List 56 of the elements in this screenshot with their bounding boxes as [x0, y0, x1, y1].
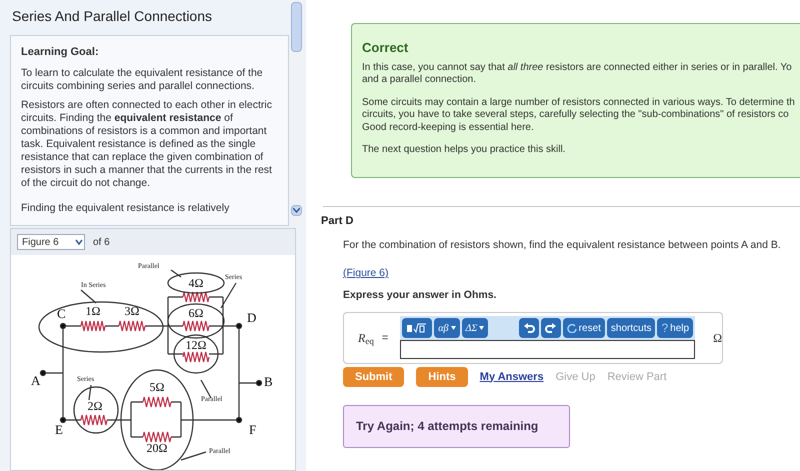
chevron-down-icon — [74, 237, 84, 247]
figure-count: of 6 — [93, 236, 110, 250]
resistance-label: 4Ω — [188, 276, 204, 290]
caret-icon — [479, 326, 484, 330]
answer-field[interactable] — [400, 340, 696, 360]
equals-sign: = — [382, 330, 388, 346]
action-link[interactable]: My Answers — [480, 368, 544, 385]
feedback-title: Correct — [362, 39, 410, 57]
resistance-label: 2Ω — [88, 399, 102, 413]
scrollbar-thumb[interactable] — [291, 2, 302, 52]
chevron-down-icon — [293, 208, 300, 213]
scroll-down-button[interactable] — [291, 205, 302, 216]
feedback-text-line: The next question helps you practice this skill. — [362, 144, 566, 156]
sidebar-title: Series And Parallel Connections — [11, 7, 214, 26]
part-title: Part D — [321, 214, 354, 229]
variable-label: R$_{eq}$ — [358, 330, 374, 347]
figure-select[interactable]: Figure 6 — [17, 234, 85, 250]
node-label: B — [264, 374, 273, 389]
node-label: C — [57, 306, 66, 321]
node-label: E — [55, 422, 63, 437]
shortcuts-button[interactable]: shortcuts — [606, 318, 656, 338]
templates-button[interactable] — [402, 318, 432, 338]
redo-icon — [544, 322, 557, 334]
resistance-label: 12Ω — [186, 338, 206, 352]
figure-link[interactable]: (Figure 6) — [343, 266, 389, 282]
symbols-menu-button[interactable]: ΔΣ — [462, 318, 488, 338]
undo-button[interactable] — [518, 318, 539, 338]
symbols-menu-button[interactable]: αβ — [434, 318, 460, 338]
reset-button[interactable]: reset — [562, 318, 605, 338]
undo-icon — [522, 322, 535, 334]
instruction-text: Express your answer in Ohms. — [343, 288, 498, 303]
status-message: Try Again; 4 attempts remaining — [356, 418, 538, 436]
resistance-label: 6Ω — [188, 306, 204, 320]
learning-goal-paragraph: Resistors are often connected to each other in electric circuits. Finding the equivalent resistance of combinations of resistors is a common and important task. Equivalent resistance is defined as the single resistance that can replace the given combination of resistors in such a manner that the currents in the rest of the circuit do not change. — [21, 99, 273, 190]
node-label: A — [31, 373, 40, 388]
resistance-label: 1Ω — [86, 304, 100, 318]
resistance-label: 20Ω — [146, 441, 168, 455]
unit-label: Ω — [713, 330, 722, 347]
feedback-text-line: Good record-keeping is essential here. — [362, 122, 535, 134]
node-label: F — [249, 422, 256, 437]
feedback-text-line: Some circuits may contain a large number of resistors connected in various ways. To determine th — [362, 96, 796, 109]
feedback-text-line: circuits, you have to take several steps, carefully selecting the "sub-combinations" of resistors co — [362, 109, 790, 122]
resistance-label: 5Ω — [150, 380, 164, 394]
node-label: D — [247, 310, 256, 325]
help-button[interactable]: ? help — [657, 318, 694, 338]
learning-goal-heading: Learning Goal: — [21, 46, 100, 59]
redo-button[interactable] — [540, 318, 561, 338]
feedback-text-line: In this case, you cannot say that all three resistors are connected either in series or in parallel. Yo — [362, 62, 793, 74]
template-icon — [406, 322, 428, 334]
learning-goal-paragraph: To learn to calculate the equivalent resistance of the circuits combining series and parallel connections. — [21, 67, 264, 93]
caret-icon — [450, 326, 456, 330]
resistance-label: 3Ω — [124, 304, 140, 318]
feedback-text-line: and a parallel connection. — [362, 74, 477, 86]
refresh-icon — [566, 323, 577, 334]
learning-goal-paragraph: Finding the equivalent resistance is relatively — [21, 202, 230, 215]
question-text: For the combination of resistors shown, find the equivalent resistance between points A and B. — [343, 238, 782, 252]
